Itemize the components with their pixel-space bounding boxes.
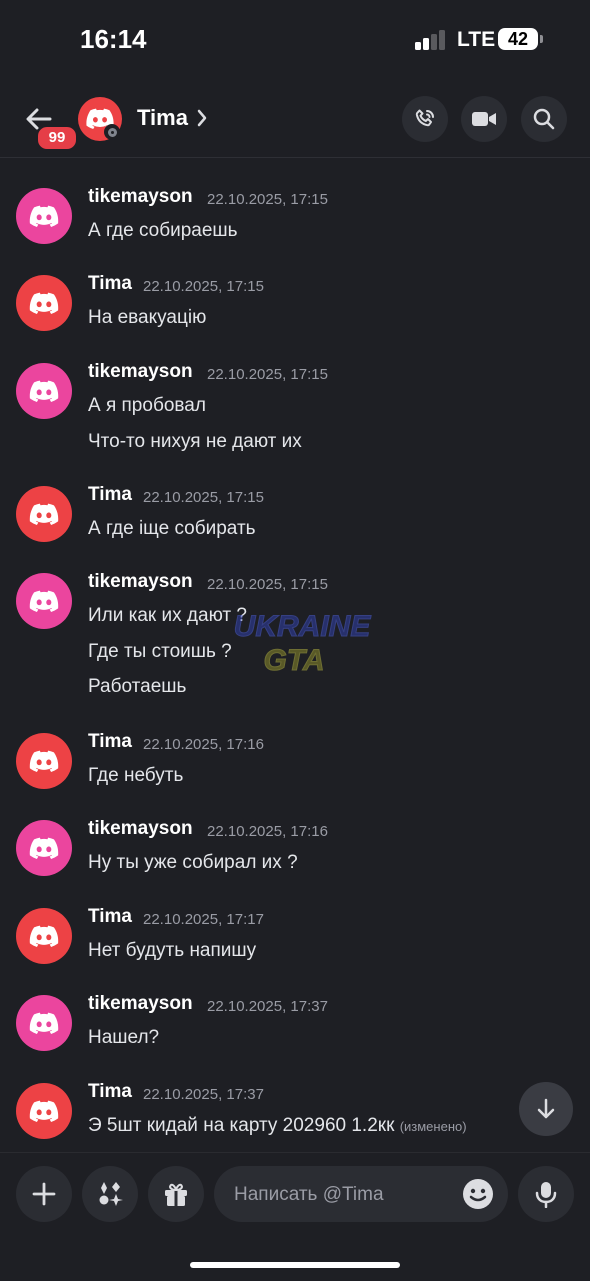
message-timestamp: 22.10.2025, 17:37	[143, 1086, 264, 1103]
avatar[interactable]	[16, 486, 72, 542]
message-text[interactable]: А где собираешь	[88, 220, 238, 242]
plus-icon	[32, 1182, 56, 1206]
message-timestamp: 22.10.2025, 17:15	[207, 576, 328, 593]
search-button[interactable]	[521, 96, 567, 142]
message-author[interactable]: tikemayson	[88, 361, 193, 383]
search-icon	[533, 108, 555, 130]
message-text[interactable]: А где іще собирать	[88, 518, 256, 540]
message-timestamp: 22.10.2025, 17:15	[143, 278, 264, 295]
home-indicator[interactable]	[190, 1262, 400, 1268]
add-attachment-button[interactable]	[16, 1166, 72, 1222]
message-timestamp: 22.10.2025, 17:16	[143, 736, 264, 753]
arrow-down-icon	[537, 1098, 555, 1119]
discord-logo-icon	[29, 1012, 59, 1034]
video-call-button[interactable]	[461, 96, 507, 142]
avatar[interactable]	[16, 1083, 72, 1139]
message-text[interactable]: Нет будуть напишу	[88, 940, 256, 962]
discord-logo-icon	[29, 205, 59, 227]
avatar[interactable]	[16, 733, 72, 789]
ukraine-gta-watermark: UKRAINE GTA	[233, 610, 372, 678]
message-text[interactable]: Где ты стоишь ?	[88, 641, 232, 663]
discord-logo-icon	[29, 590, 59, 612]
message-text[interactable]: Что-то нихуя не дают их	[88, 431, 302, 453]
discord-logo-icon	[29, 837, 59, 859]
avatar[interactable]	[16, 363, 72, 419]
avatar[interactable]	[16, 188, 72, 244]
edited-label: (изменено)	[399, 1119, 467, 1134]
message-text[interactable]: На евакуацію	[88, 307, 206, 329]
message-author[interactable]: tikemayson	[88, 993, 193, 1015]
discord-logo-icon	[29, 750, 59, 772]
message-timestamp: 22.10.2025, 17:37	[207, 998, 328, 1015]
message-author[interactable]: tikemayson	[88, 186, 193, 208]
video-camera-icon	[472, 112, 496, 126]
contact-name[interactable]: Tima	[137, 105, 188, 131]
message-input-container[interactable]	[214, 1166, 508, 1224]
unread-badge: 99	[36, 125, 78, 151]
avatar[interactable]	[16, 820, 72, 876]
message-author[interactable]: tikemayson	[88, 818, 193, 840]
message-text[interactable]: Нашел?	[88, 1027, 159, 1049]
watermark-line1: UKRAINE	[234, 610, 372, 643]
avatar[interactable]	[16, 573, 72, 629]
discord-logo-icon	[29, 1100, 59, 1122]
watermark-line2: GTA	[263, 644, 324, 677]
battery-tip	[540, 35, 543, 43]
message-timestamp: 22.10.2025, 17:15	[207, 366, 328, 383]
message-author[interactable]: Tima	[88, 731, 132, 753]
message-author[interactable]: Tima	[88, 1081, 132, 1103]
message-text[interactable]: А я пробовал	[88, 395, 206, 417]
message-author[interactable]: Tima	[88, 484, 132, 506]
message-author[interactable]: Tima	[88, 906, 132, 928]
chevron-right-icon[interactable]	[196, 108, 208, 128]
message-text[interactable]: Ну ты уже собирал их ?	[88, 852, 298, 874]
voice-message-button[interactable]	[518, 1166, 574, 1222]
discord-logo-icon	[29, 925, 59, 947]
signal-icon	[415, 30, 445, 50]
status-time: 16:14	[80, 24, 147, 54]
emoji-icon[interactable]	[462, 1178, 494, 1210]
message-text[interactable]: Где небуть	[88, 765, 183, 787]
avatar[interactable]	[16, 275, 72, 331]
gift-icon	[165, 1183, 187, 1206]
jump-to-bottom-button[interactable]	[519, 1082, 573, 1136]
apps-button[interactable]	[82, 1166, 138, 1222]
microphone-icon	[535, 1182, 557, 1208]
gift-button[interactable]	[148, 1166, 204, 1222]
message-body: Э 5шт кидай на карту 202960 1.2кк	[88, 1115, 395, 1136]
message-timestamp: 22.10.2025, 17:15	[207, 191, 328, 208]
message-timestamp: 22.10.2025, 17:15	[143, 489, 264, 506]
battery-indicator: 42	[498, 28, 538, 50]
phone-icon	[415, 109, 434, 127]
status-bar: 16:14 LTE 42	[0, 0, 590, 80]
call-button[interactable]	[402, 96, 448, 142]
avatar[interactable]	[16, 908, 72, 964]
discord-logo-icon	[29, 503, 59, 525]
message-timestamp: 22.10.2025, 17:17	[143, 911, 264, 928]
offline-status-indicator	[104, 124, 120, 140]
apps-sparkle-icon	[99, 1182, 123, 1206]
message-text[interactable]: Э 5шт кидай на карту 202960 1.2кк (измен…	[88, 1115, 467, 1137]
message-text[interactable]: Работаешь	[88, 676, 186, 698]
chat-header: 99 Tima	[0, 80, 590, 158]
avatar[interactable]	[16, 995, 72, 1051]
message-timestamp: 22.10.2025, 17:16	[207, 823, 328, 840]
message-author[interactable]: tikemayson	[88, 571, 193, 593]
network-type: LTE	[457, 28, 496, 51]
message-author[interactable]: Tima	[88, 273, 132, 295]
discord-logo-icon	[29, 380, 59, 402]
message-input[interactable]	[232, 1166, 456, 1224]
discord-logo-icon	[29, 292, 59, 314]
